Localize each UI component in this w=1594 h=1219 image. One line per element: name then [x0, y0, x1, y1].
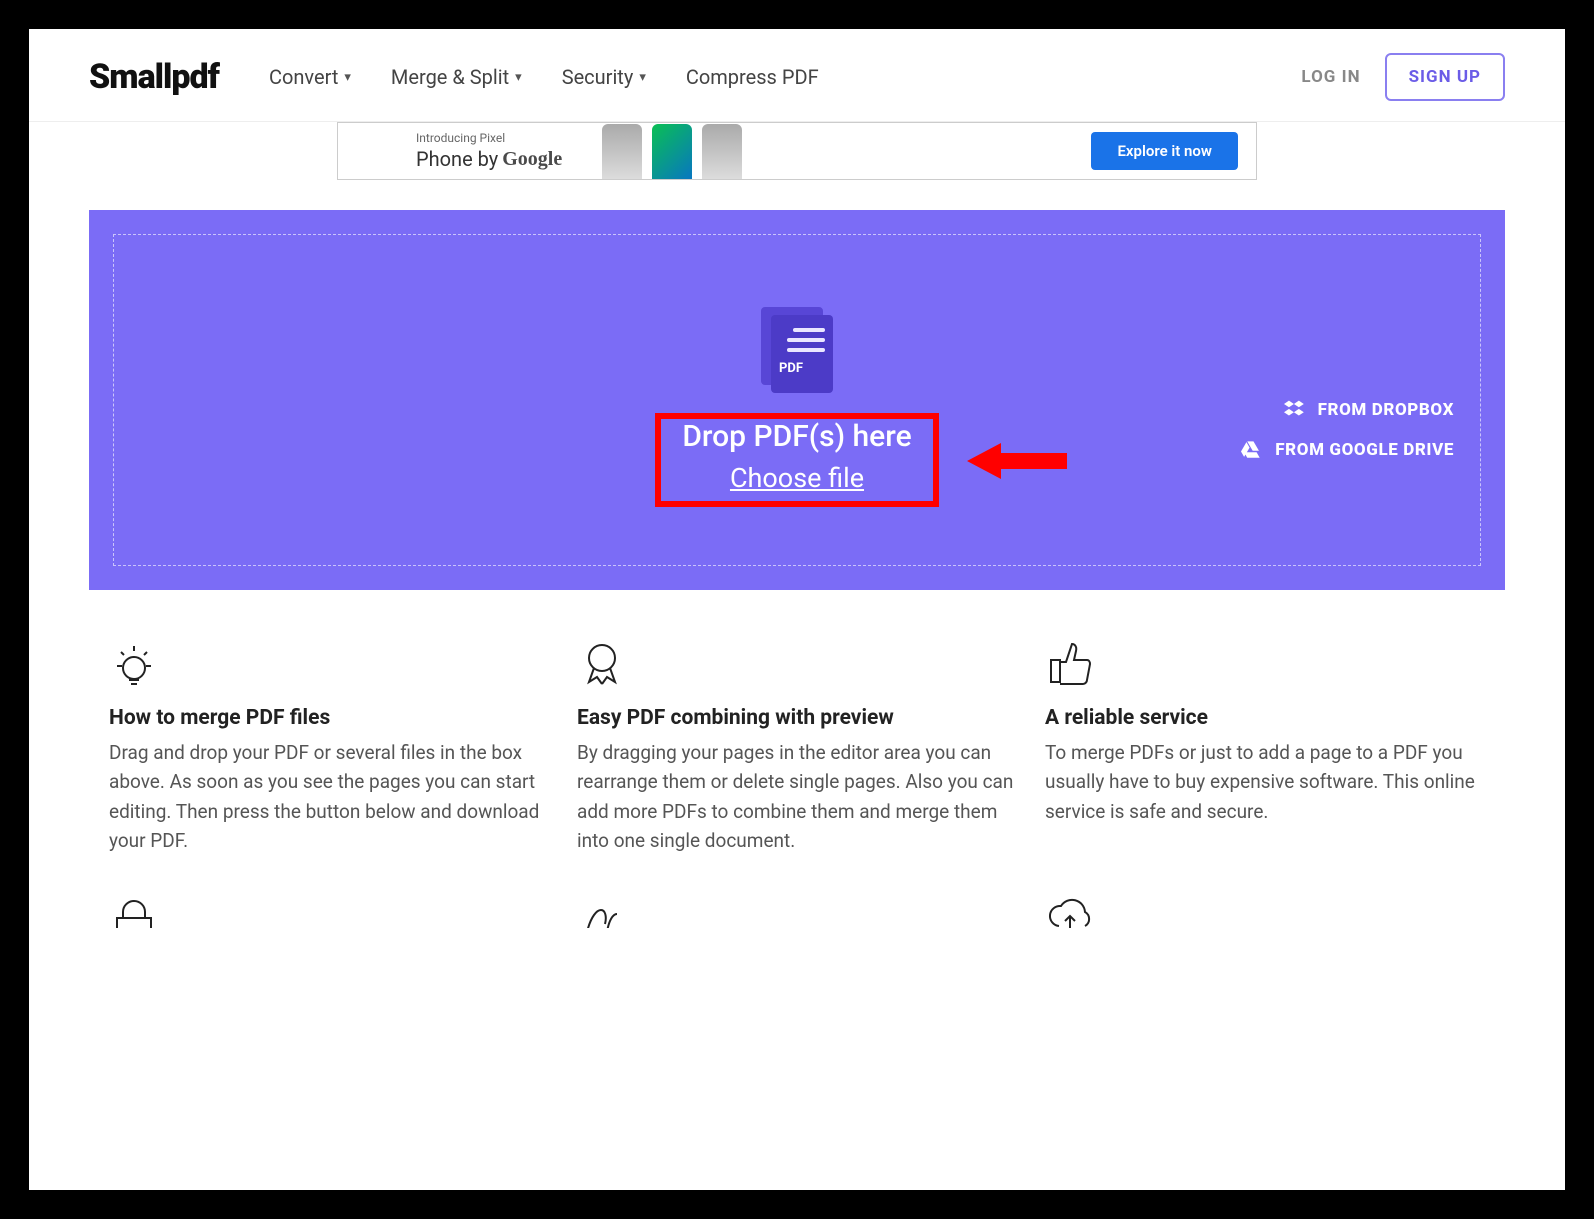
main-nav: Convert ▾ Merge & Split ▾ Security ▾ Com…: [269, 65, 819, 89]
header-auth: LOG IN SIGN UP: [1301, 53, 1505, 101]
pdf-badge-label: PDF: [779, 361, 803, 376]
pdf-file-icon: PDF: [761, 307, 833, 393]
ad-title: Phone by Google: [416, 147, 562, 171]
dropbox-icon: [1284, 399, 1306, 421]
ribbon-icon: [577, 638, 1017, 692]
ad-banner[interactable]: Introducing Pixel Phone by Google Explor…: [337, 122, 1257, 180]
signup-button[interactable]: SIGN UP: [1385, 53, 1505, 101]
cloud-source-links: FROM DROPBOX FROM GOOGLE DRIVE: [1241, 399, 1454, 461]
nav-security[interactable]: Security ▾: [562, 65, 646, 89]
from-dropbox-button[interactable]: FROM DROPBOX: [1284, 399, 1454, 421]
hand-pinch-icon: [577, 892, 1017, 928]
choose-file-link[interactable]: Choose file: [730, 462, 864, 494]
nav-merge-split[interactable]: Merge & Split ▾: [391, 65, 522, 89]
ad-text: Introducing Pixel Phone by Google: [416, 131, 562, 171]
feature-title: A reliable service: [1045, 706, 1485, 730]
feature-title: Easy PDF combining with preview: [577, 706, 1017, 730]
ad-cta-button[interactable]: Explore it now: [1091, 132, 1238, 170]
nav-compress-label: Compress PDF: [686, 65, 819, 89]
lock-icon: [109, 892, 549, 928]
ad-intro: Introducing Pixel: [416, 131, 505, 145]
from-gdrive-label: FROM GOOGLE DRIVE: [1275, 440, 1454, 460]
feature-title: How to merge PDF files: [109, 706, 549, 730]
header: Smallpdf Convert ▾ Merge & Split ▾ Secur…: [29, 29, 1565, 122]
dropzone-title: Drop PDF(s) here: [682, 419, 911, 454]
app-frame: Smallpdf Convert ▾ Merge & Split ▾ Secur…: [25, 25, 1569, 1194]
feature-text: To merge PDFs or just to add a page to a…: [1045, 738, 1485, 826]
thumbs-up-icon: [1045, 638, 1485, 692]
feature-card: A reliable service To merge PDFs or just…: [1045, 638, 1485, 856]
feature-text: Drag and drop your PDF or several files …: [109, 738, 549, 856]
nav-compress[interactable]: Compress PDF: [686, 65, 819, 89]
login-button[interactable]: LOG IN: [1301, 67, 1360, 87]
dropzone: PDF Drop PDF(s) here Choose file FROM DR…: [89, 210, 1505, 590]
feature-card: Easy PDF combining with preview By dragg…: [577, 638, 1017, 856]
annotation-arrow-icon: [967, 439, 1067, 483]
lightbulb-icon: [109, 638, 549, 692]
cloud-upload-icon: [1045, 892, 1485, 928]
features-row: How to merge PDF files Drag and drop you…: [29, 590, 1565, 856]
chevron-down-icon: ▾: [515, 70, 522, 85]
dropzone-inner[interactable]: PDF Drop PDF(s) here Choose file FROM DR…: [113, 234, 1481, 566]
feature-text: By dragging your pages in the editor are…: [577, 738, 1017, 856]
nav-convert[interactable]: Convert ▾: [269, 65, 351, 89]
phone-illustration: [602, 122, 742, 180]
from-dropbox-label: FROM DROPBOX: [1318, 400, 1454, 420]
chevron-down-icon: ▾: [344, 70, 351, 85]
features-row-2-partial: [29, 856, 1565, 928]
nav-security-label: Security: [562, 65, 634, 89]
from-google-drive-button[interactable]: FROM GOOGLE DRIVE: [1241, 439, 1454, 461]
logo[interactable]: Smallpdf: [89, 57, 219, 97]
chevron-down-icon: ▾: [639, 70, 646, 85]
feature-card: How to merge PDF files Drag and drop you…: [109, 638, 549, 856]
nav-convert-label: Convert: [269, 65, 338, 89]
google-drive-icon: [1241, 439, 1263, 461]
nav-merge-split-label: Merge & Split: [391, 65, 509, 89]
